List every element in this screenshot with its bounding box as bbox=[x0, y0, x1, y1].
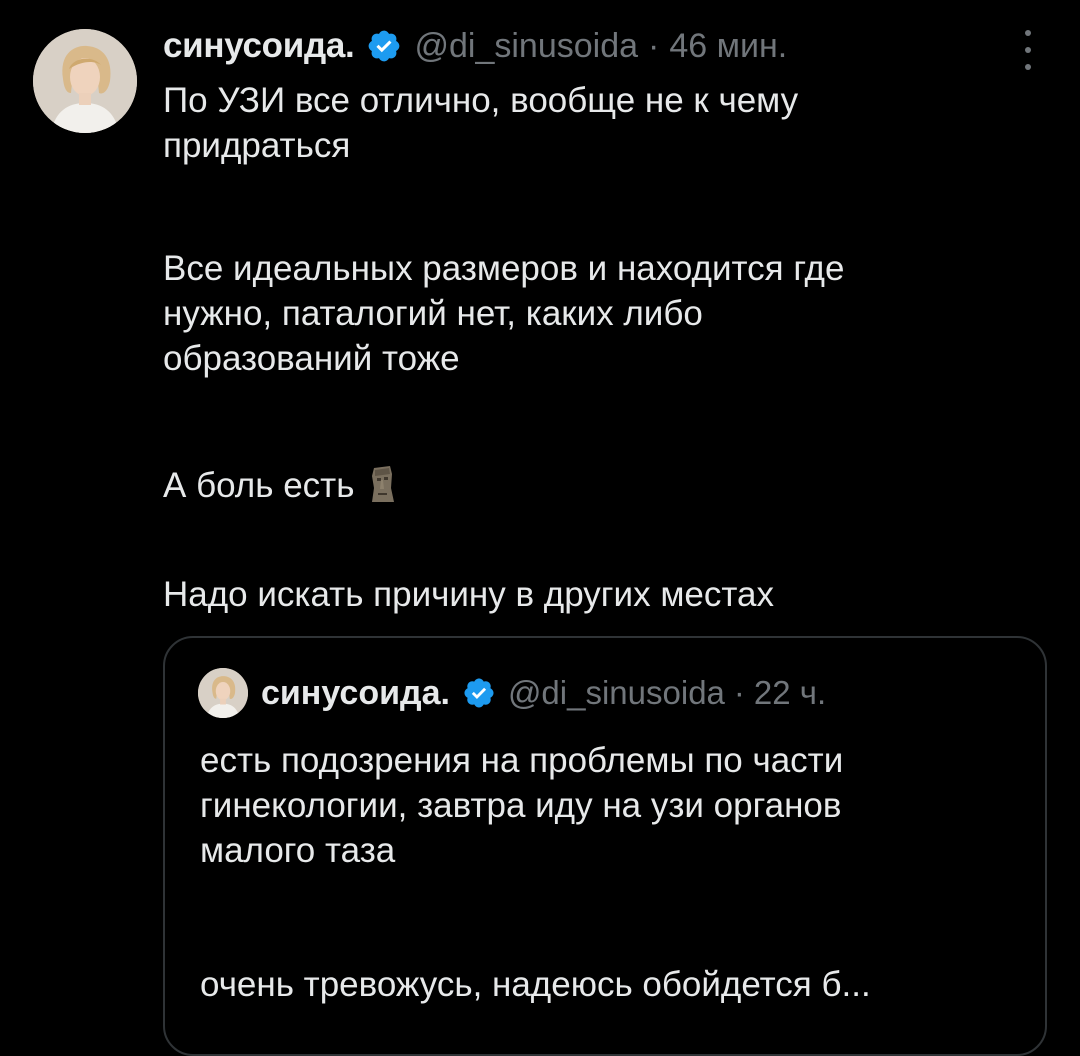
user-avatar[interactable] bbox=[33, 29, 137, 133]
tweet-line: нужно, паталогий нет, каких либо bbox=[163, 294, 703, 333]
tweet-paragraph-1: По УЗИ все отлично, вообще не к чему при… bbox=[163, 78, 1043, 168]
quoted-timestamp: 22 ч. bbox=[753, 674, 827, 711]
quoted-user-handle: @di_sinusoida bbox=[507, 674, 725, 711]
display-name[interactable]: синусоида. bbox=[163, 26, 355, 66]
timestamp[interactable]: 46 мин. bbox=[669, 27, 787, 66]
tweet-line: По УЗИ все отлично, вообще не к чему bbox=[163, 81, 799, 120]
quoted-line: есть подозрения на проблемы по части bbox=[200, 741, 844, 780]
quoted-tweet-text-truncated: очень тревожусь, надеюсь обойдется б... bbox=[200, 962, 1040, 1007]
quoted-tweet[interactable]: синусоида. @di_sinusoida · 22 ч. есть по… bbox=[163, 636, 1047, 1056]
quoted-tweet-text: есть подозрения на проблемы по части гин… bbox=[200, 738, 1040, 873]
quoted-display-name: синусоида. bbox=[261, 673, 450, 712]
user-handle[interactable]: @di_sinusoida bbox=[414, 27, 638, 66]
tweet-paragraph-4: Надо искать причину в других местах bbox=[163, 572, 1043, 617]
quoted-tweet-header: синусоида. @di_sinusoida · 22 ч. bbox=[261, 670, 826, 716]
tweet[interactable]: синусоида. @di_sinusoida · 46 мин. По УЗ… bbox=[0, 0, 1080, 1056]
tweet-line: А боль есть bbox=[163, 466, 355, 505]
quoted-avatar-image bbox=[198, 668, 248, 718]
separator-dot: · bbox=[648, 26, 660, 65]
verified-badge-icon bbox=[369, 30, 400, 62]
tweet-header: синусоида. @di_sinusoida · 46 мин. bbox=[163, 22, 787, 70]
tweet-line: придраться bbox=[163, 126, 351, 165]
quoted-user-avatar[interactable] bbox=[198, 668, 248, 718]
moai-emoji-icon bbox=[372, 465, 395, 502]
tweet-line: образований тоже bbox=[163, 339, 460, 378]
tweet-paragraph-2: Все идеальных размеров и находится где н… bbox=[163, 246, 1043, 381]
quoted-line: гинекологии, завтра иду на узи органов bbox=[200, 786, 842, 825]
verified-badge-icon bbox=[464, 678, 494, 708]
more-vertical-icon[interactable] bbox=[1010, 30, 1046, 70]
quoted-line: очень тревожусь, надеюсь обойдется б... bbox=[200, 965, 871, 1004]
quoted-line: малого таза bbox=[200, 831, 396, 870]
tweet-line: Все идеальных размеров и находится где bbox=[163, 249, 845, 288]
separator-dot: · bbox=[733, 674, 745, 711]
tweet-paragraph-3: А боль есть bbox=[163, 463, 1043, 508]
avatar-image bbox=[33, 29, 137, 133]
tweet-line: Надо искать причину в других местах bbox=[163, 575, 774, 614]
